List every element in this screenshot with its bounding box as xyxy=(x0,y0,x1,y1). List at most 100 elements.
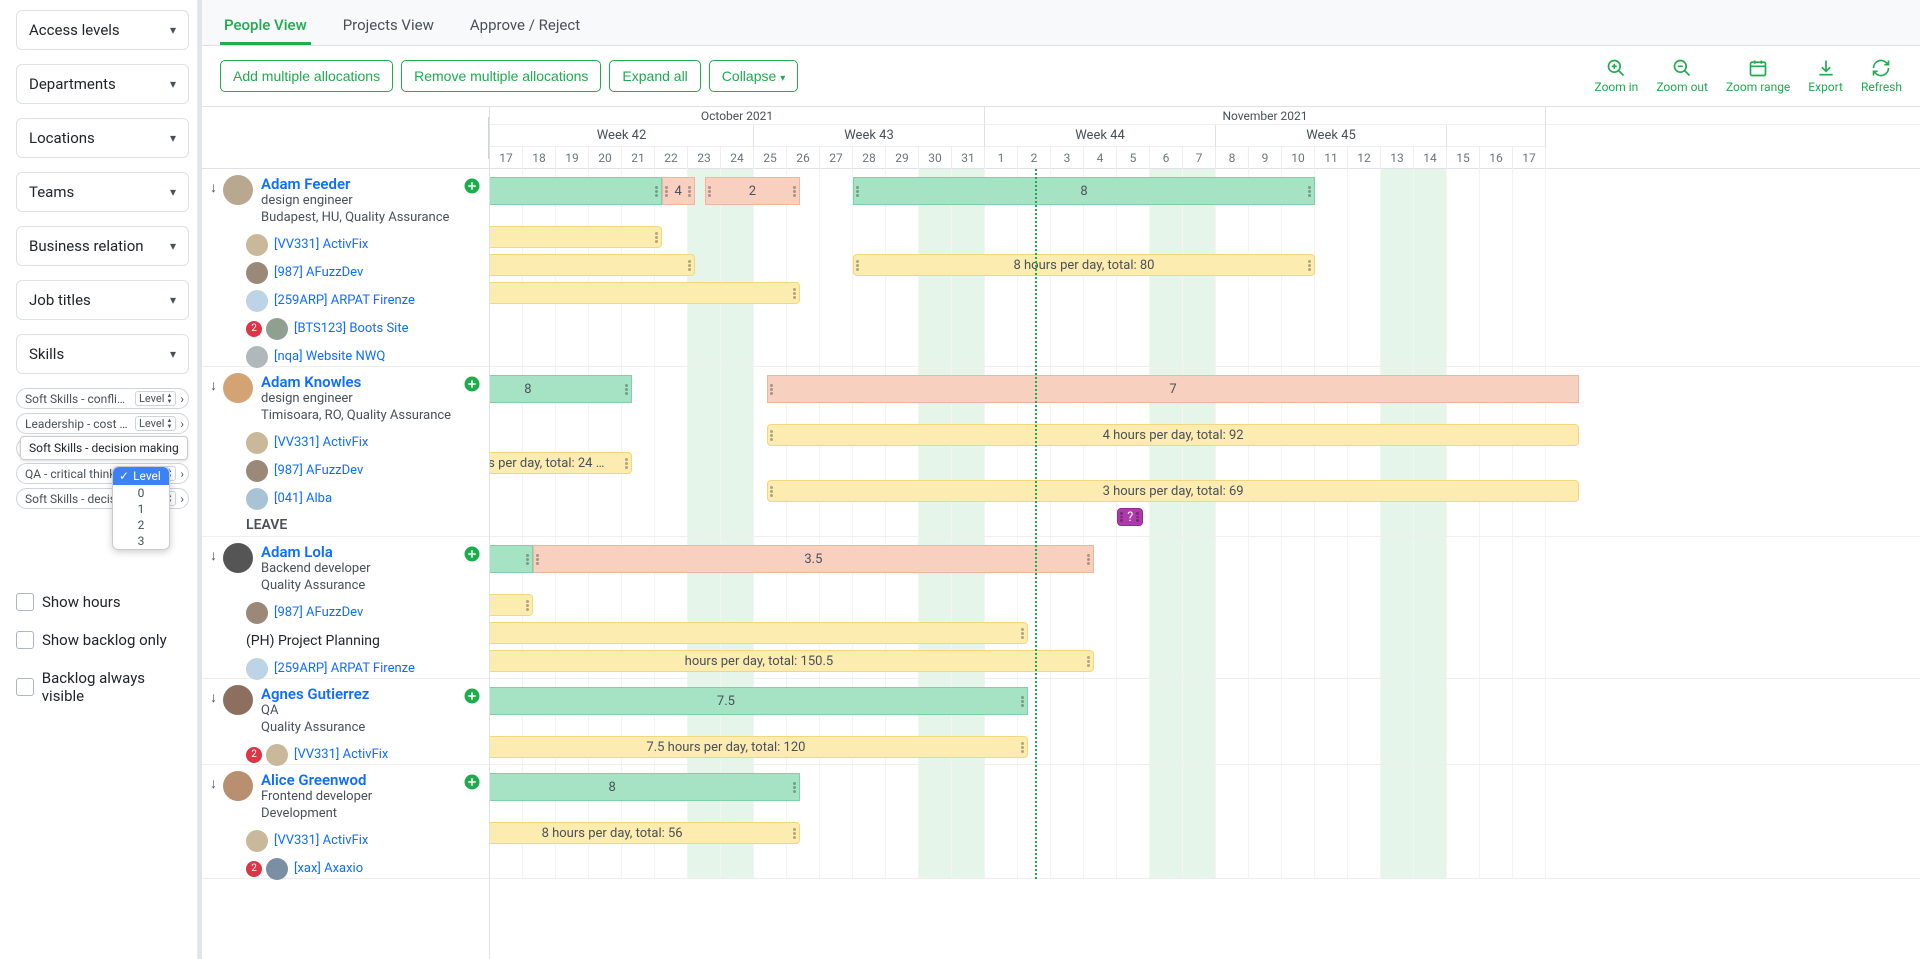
filter-teams[interactable]: Teams▾ xyxy=(16,172,189,212)
zoom-in-button[interactable]: Zoom in xyxy=(1595,58,1639,94)
project-label[interactable]: [041] Alba xyxy=(274,491,332,506)
allocation-bar[interactable]: 8 hours per day, total: 80 xyxy=(853,254,1315,276)
capacity-bar[interactable]: 4 xyxy=(662,177,695,205)
zoom-range-button[interactable]: Zoom range xyxy=(1726,58,1790,94)
checkbox-backlog-always-visible[interactable]: Backlog always visible xyxy=(16,669,189,705)
project-row[interactable]: [041] Alba xyxy=(202,485,489,513)
allocation-bar[interactable] xyxy=(490,594,533,616)
allocation-bar[interactable]: hours per day, total: 150.5 xyxy=(490,650,1094,672)
day-header: 31 xyxy=(952,147,985,169)
project-row[interactable]: 2[xax] Axaxio xyxy=(202,855,489,883)
skill-pill[interactable]: Soft Skills - conflict r…Level▲▼› xyxy=(16,388,189,409)
collapse-arrow-icon[interactable]: ↓ xyxy=(210,179,217,196)
project-label[interactable]: [259ARP] ARPAT Firenze xyxy=(274,661,415,676)
capacity-bar[interactable] xyxy=(490,177,662,205)
allocation-bar[interactable] xyxy=(490,254,695,276)
filter-locations[interactable]: Locations▾ xyxy=(16,118,189,158)
allocation-bar[interactable]: 4 hours per day, total: 92 xyxy=(767,424,1579,446)
filter-skills[interactable]: Skills▾ xyxy=(16,334,189,374)
capacity-bar[interactable] xyxy=(490,545,533,573)
day-header: 4 xyxy=(1084,147,1117,169)
project-avatar xyxy=(246,234,268,256)
capacity-bar[interactable]: 3.5 xyxy=(533,545,1094,573)
day-header: 23 xyxy=(688,147,721,169)
project-label[interactable]: (PH) Project Planning xyxy=(246,633,380,649)
project-row[interactable]: [VV331] ActivFix xyxy=(202,429,489,457)
remove-multiple-allocations-button[interactable]: Remove multiple allocations xyxy=(401,60,601,92)
person-name[interactable]: Adam Knowles xyxy=(261,373,451,391)
tab-people-view[interactable]: People View xyxy=(220,8,311,45)
project-row[interactable]: [987] AFuzzDev xyxy=(202,457,489,485)
person-location: Development xyxy=(261,806,372,823)
checkbox-show-hours[interactable]: Show hours xyxy=(16,593,189,611)
level-dropdown[interactable]: ✓Level 0 1 2 3 xyxy=(112,466,170,550)
project-row[interactable]: 2[BTS123] Boots Site xyxy=(202,315,489,343)
project-label[interactable]: [987] AFuzzDev xyxy=(274,463,363,478)
zoom-out-button[interactable]: Zoom out xyxy=(1656,58,1708,94)
project-label[interactable]: [VV331] ActivFix xyxy=(274,833,368,848)
project-label[interactable]: [259ARP] ARPAT Firenze xyxy=(274,293,415,308)
filter-access-levels[interactable]: Access levels▾ xyxy=(16,10,189,50)
add-multiple-allocations-button[interactable]: Add multiple allocations xyxy=(220,60,393,92)
toolbar: Add multiple allocations Remove multiple… xyxy=(202,46,1920,106)
add-allocation-button[interactable] xyxy=(463,545,481,563)
project-label[interactable]: [VV331] ActivFix xyxy=(274,237,368,252)
allocation-bar[interactable]: 8 hours per day, total: 56 xyxy=(490,822,800,844)
person-name[interactable]: Adam Lola xyxy=(261,543,371,561)
expand-all-button[interactable]: Expand all xyxy=(609,60,700,92)
filter-business-relation[interactable]: Business relation▾ xyxy=(16,226,189,266)
add-allocation-button[interactable] xyxy=(463,687,481,705)
checkbox-show-backlog-only[interactable]: Show backlog only xyxy=(16,631,189,649)
filter-departments[interactable]: Departments▾ xyxy=(16,64,189,104)
collapse-arrow-icon[interactable]: ↓ xyxy=(210,547,217,564)
add-allocation-button[interactable] xyxy=(463,773,481,791)
person-name[interactable]: Alice Greenwod xyxy=(261,771,372,789)
capacity-bar[interactable]: 2 xyxy=(705,177,801,205)
collapse-arrow-icon[interactable]: ↓ xyxy=(210,775,217,792)
project-row[interactable]: [987] AFuzzDev xyxy=(202,599,489,627)
project-label[interactable]: [VV331] ActivFix xyxy=(274,435,368,450)
project-label[interactable]: [987] AFuzzDev xyxy=(274,605,363,620)
tab-approve-reject[interactable]: Approve / Reject xyxy=(466,8,584,45)
allocation-bar[interactable] xyxy=(490,622,1028,644)
capacity-bar[interactable]: 7 xyxy=(767,375,1579,403)
person-name[interactable]: Agnes Gutierrez xyxy=(261,685,369,703)
day-header: 12 xyxy=(1348,147,1381,169)
project-row[interactable]: [987] AFuzzDev xyxy=(202,259,489,287)
add-allocation-button[interactable] xyxy=(463,177,481,195)
allocation-bar[interactable] xyxy=(490,282,800,304)
add-allocation-button[interactable] xyxy=(463,375,481,393)
collapse-arrow-icon[interactable]: ↓ xyxy=(210,689,217,706)
allocation-bar[interactable]: 7.5 hours per day, total: 120 xyxy=(490,736,1028,758)
allocation-bar[interactable] xyxy=(490,226,662,248)
project-row[interactable]: [VV331] ActivFix xyxy=(202,231,489,259)
export-button[interactable]: Export xyxy=(1808,58,1843,94)
capacity-bar[interactable]: 7.5 xyxy=(490,687,1028,715)
filter-job-titles[interactable]: Job titles▾ xyxy=(16,280,189,320)
timeline-grid[interactable]: October 2021November 2021 Week 42Week 43… xyxy=(490,107,1920,959)
avatar xyxy=(223,543,253,573)
project-label[interactable]: [VV331] ActivFix xyxy=(294,747,388,762)
collapse-button[interactable]: Collapse▾ xyxy=(709,60,799,92)
project-row[interactable]: [259ARP] ARPAT Firenze xyxy=(202,287,489,315)
tab-projects-view[interactable]: Projects View xyxy=(339,8,438,45)
refresh-button[interactable]: Refresh xyxy=(1861,58,1902,94)
project-label[interactable]: [nqa] Website NWQ xyxy=(274,349,385,364)
project-row[interactable]: (PH) Project Planning xyxy=(202,627,489,655)
project-label[interactable]: [BTS123] Boots Site xyxy=(294,321,408,336)
day-header: 6 xyxy=(1150,147,1183,169)
project-label[interactable]: [xax] Axaxio xyxy=(294,861,363,876)
skill-tooltip: Soft Skills - decision making xyxy=(20,436,188,460)
skill-pill[interactable]: Leadership - cost m…Level▲▼› xyxy=(16,413,189,434)
collapse-arrow-icon[interactable]: ↓ xyxy=(210,377,217,394)
allocation-bar[interactable]: 8 hours per day, total: 24 … xyxy=(490,452,632,474)
capacity-bar[interactable]: 8 xyxy=(853,177,1315,205)
allocation-bar[interactable]: 3 hours per day, total: 69 xyxy=(767,480,1579,502)
capacity-bar[interactable]: 8 xyxy=(490,773,800,801)
project-label[interactable]: [987] AFuzzDev xyxy=(274,265,363,280)
capacity-bar[interactable]: 8 xyxy=(490,375,632,403)
project-row[interactable]: [VV331] ActivFix xyxy=(202,827,489,855)
person-name[interactable]: Adam Feeder xyxy=(261,175,449,193)
person-role: QA xyxy=(261,703,369,720)
allocation-bar[interactable]: ? xyxy=(1117,508,1143,526)
